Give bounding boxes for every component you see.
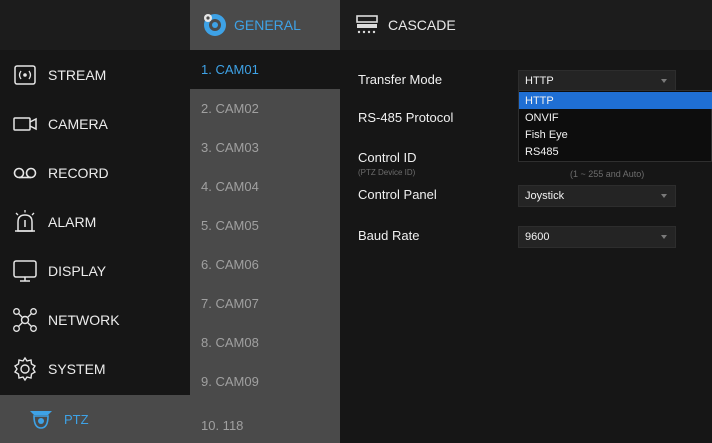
baud-rate-label: Baud Rate xyxy=(358,228,420,243)
transfer-mode-label: Transfer Mode xyxy=(358,72,443,87)
record-icon xyxy=(12,160,38,186)
chevron-down-icon xyxy=(661,79,667,83)
baud-rate-select[interactable]: 9600 xyxy=(518,226,676,248)
control-id-range-hint: (1 ~ 255 and Auto) xyxy=(570,169,645,179)
sidebar-item-system[interactable]: SYSTEM xyxy=(0,344,190,393)
sidebar-item-label: ALARM xyxy=(48,213,97,230)
channel-item[interactable]: 4. CAM04 xyxy=(190,167,340,206)
control-panel-select[interactable]: Joystick xyxy=(518,185,676,207)
stream-icon xyxy=(12,62,38,88)
sidebar-item-stream[interactable]: STREAM xyxy=(0,50,190,99)
sidebar-item-label: SYSTEM xyxy=(48,360,106,377)
channel-item[interactable]: 2. CAM02 xyxy=(190,89,340,128)
top-tab-bar: GENERAL CASCADE xyxy=(0,0,712,50)
control-id-sublabel: (PTZ Device ID) xyxy=(358,168,416,177)
transfer-mode-value: HTTP xyxy=(525,75,554,87)
sidebar-item-label: STREAM xyxy=(48,66,107,83)
chevron-down-icon xyxy=(661,194,667,198)
tab-general[interactable]: GENERAL xyxy=(190,0,340,50)
rs485-protocol-label: RS-485 Protocol xyxy=(358,110,454,125)
channel-item[interactable]: 6. CAM06 xyxy=(190,245,340,284)
control-panel-label: Control Panel xyxy=(358,187,437,202)
gear-blue-icon xyxy=(202,12,228,38)
tab-cascade[interactable]: CASCADE xyxy=(340,0,490,50)
transfer-mode-select[interactable]: HTTP xyxy=(518,70,676,92)
control-id-label: Control ID xyxy=(358,150,417,165)
channel-item[interactable]: 7. CAM07 xyxy=(190,284,340,323)
channel-item[interactable]: 9. CAM09 xyxy=(190,362,340,401)
sidebar-item-record[interactable]: RECORD xyxy=(0,148,190,197)
ptz-settings-window: GENERAL CASCADE STREAM CAMERA RECORD ALA… xyxy=(0,0,712,443)
tab-general-label: GENERAL xyxy=(234,17,301,33)
dropdown-option-onvif[interactable]: ONVIF xyxy=(519,109,712,126)
tab-cascade-label: CASCADE xyxy=(388,17,456,33)
channel-item[interactable]: 10. 118 xyxy=(190,406,340,443)
sidebar-item-label: DISPLAY xyxy=(48,262,107,279)
sidebar-item-label: NETWORK xyxy=(48,311,120,328)
sidebar-item-display[interactable]: DISPLAY xyxy=(0,246,190,295)
channel-list: 1. CAM01 2. CAM02 3. CAM03 4. CAM04 5. C… xyxy=(190,50,340,443)
display-icon xyxy=(12,258,38,284)
channel-item[interactable]: 1. CAM01 xyxy=(190,50,340,89)
camera-icon xyxy=(12,111,38,137)
chevron-down-icon xyxy=(661,235,667,239)
sidebar-item-label: PTZ xyxy=(64,411,89,427)
network-icon xyxy=(12,307,38,333)
sidebar-item-label: CAMERA xyxy=(48,115,108,132)
channel-item[interactable]: 8. CAM08 xyxy=(190,323,340,362)
alarm-icon xyxy=(12,209,38,235)
transfer-mode-dropdown: HTTP ONVIF Fish Eye RS485 xyxy=(518,90,712,162)
cascade-icon xyxy=(354,14,380,36)
baud-rate-value: 9600 xyxy=(525,231,550,243)
sidebar-item-camera[interactable]: CAMERA xyxy=(0,99,190,148)
sidebar-item-alarm[interactable]: ALARM xyxy=(0,197,190,246)
sidebar-item-label: RECORD xyxy=(48,164,109,181)
sidebar-item-network[interactable]: NETWORK xyxy=(0,295,190,344)
dropdown-option-fisheye[interactable]: Fish Eye xyxy=(519,126,712,143)
channel-item[interactable]: 5. CAM05 xyxy=(190,206,340,245)
sidebar: STREAM CAMERA RECORD ALARM DISPLAY NETWO… xyxy=(0,50,190,395)
control-panel-value: Joystick xyxy=(525,190,565,202)
dropdown-option-http[interactable]: HTTP xyxy=(519,92,712,109)
sidebar-item-ptz[interactable]: PTZ xyxy=(0,395,190,443)
system-icon xyxy=(12,356,38,382)
dropdown-option-rs485[interactable]: RS485 xyxy=(519,143,712,160)
ptz-camera-icon xyxy=(28,406,54,432)
channel-item[interactable]: 3. CAM03 xyxy=(190,128,340,167)
